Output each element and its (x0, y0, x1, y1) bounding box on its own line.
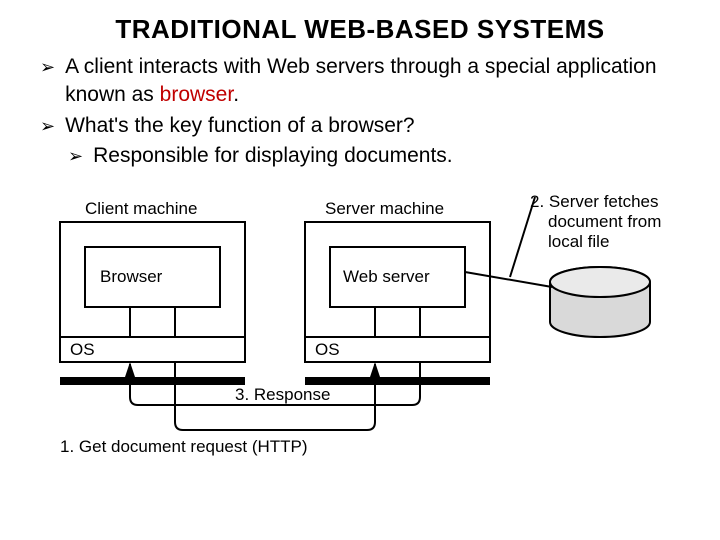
bullet-2-sub: ➢ Responsible for displaying documents. (68, 142, 680, 170)
bullet-2: ➢ What's the key function of a browser? (40, 112, 680, 140)
architecture-diagram: Client machine Browser OS Server machine… (40, 192, 680, 472)
webserver-box-label: Web server (343, 267, 430, 286)
client-os-label: OS (70, 340, 95, 359)
client-machine-label: Client machine (85, 199, 197, 218)
bullet-2-text: What's the key function of a browser? (65, 112, 415, 140)
step2-label-line2: document from (548, 212, 661, 231)
server-machine-label: Server machine (325, 199, 444, 218)
bullet-marker-icon: ➢ (40, 53, 55, 81)
step1-label: 1. Get document request (HTTP) (60, 437, 308, 456)
browser-box-label: Browser (100, 267, 163, 286)
bullets-block: ➢ A client interacts with Web servers th… (0, 45, 720, 472)
browser-keyword: browser (160, 83, 234, 106)
disk-icon (550, 267, 650, 337)
bullet-1-text: A client interacts with Web servers thro… (65, 53, 680, 110)
bullet-2-sub-text: Responsible for displaying documents. (93, 142, 453, 170)
bullet-1-pre: A client interacts with Web servers thro… (65, 55, 656, 106)
step2-label-line1: 2. Server fetches (530, 192, 659, 211)
step2-label-line3: local file (548, 232, 609, 251)
bullet-1-post: . (233, 83, 239, 106)
server-os-label: OS (315, 340, 340, 359)
page-title: TRADITIONAL WEB-BASED SYSTEMS (0, 0, 720, 45)
bullet-marker-icon: ➢ (68, 142, 83, 170)
bullet-marker-icon: ➢ (40, 112, 55, 140)
step3-label: 3. Response (235, 385, 330, 404)
bullet-1: ➢ A client interacts with Web servers th… (40, 53, 680, 110)
